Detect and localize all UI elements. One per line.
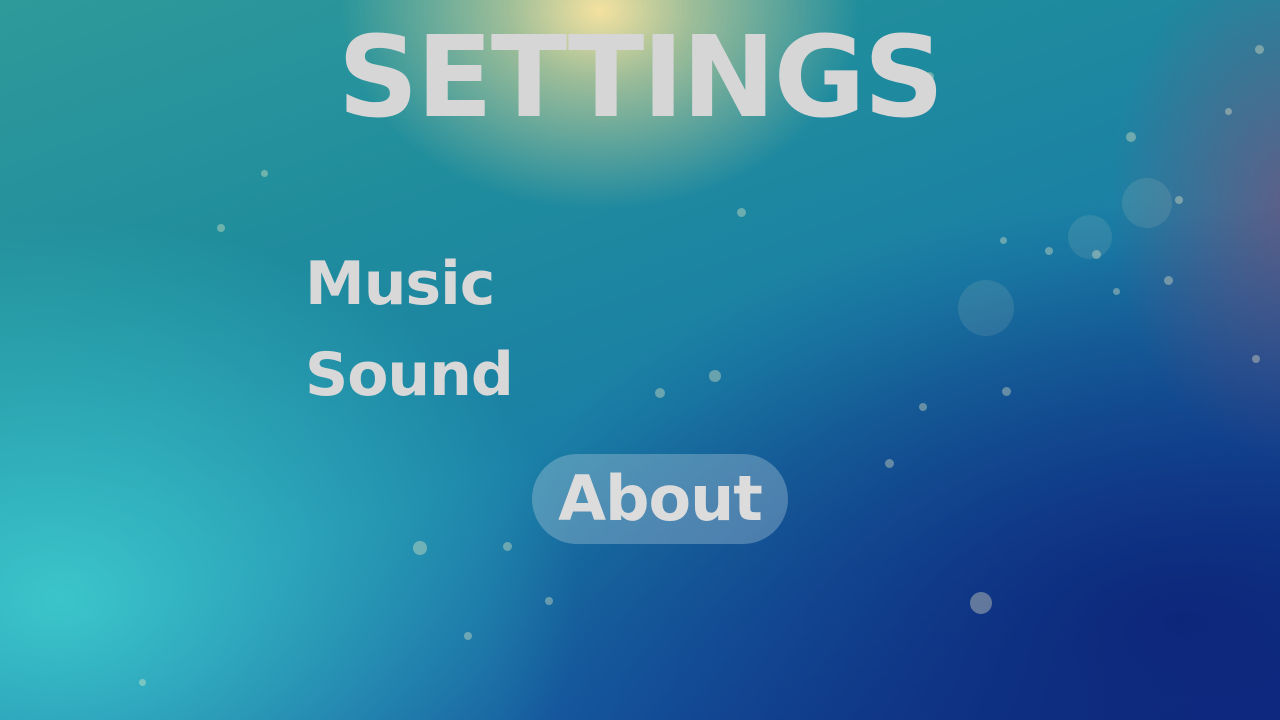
sound-toggle[interactable]: Sound — [305, 342, 514, 408]
bokeh-particle — [545, 597, 553, 605]
bokeh-glow — [1068, 215, 1112, 259]
bokeh-particle — [709, 370, 721, 382]
bokeh-particle — [1175, 196, 1183, 204]
bokeh-particle — [464, 632, 472, 640]
about-button-label: About — [558, 462, 763, 535]
bokeh-particle — [1252, 355, 1260, 363]
bokeh-particle — [261, 170, 268, 177]
about-button[interactable]: About — [532, 454, 788, 544]
bokeh-particle — [503, 542, 512, 551]
bokeh-particle — [1002, 387, 1011, 396]
bokeh-particle — [1045, 247, 1053, 255]
bokeh-particle — [737, 208, 746, 217]
bokeh-particle — [655, 388, 665, 398]
bokeh-particle — [885, 459, 894, 468]
bokeh-particle — [1164, 276, 1173, 285]
bokeh-particle — [919, 403, 927, 411]
bokeh-particle — [1000, 237, 1007, 244]
bokeh-glow — [1122, 178, 1172, 228]
bokeh-particle — [217, 224, 225, 232]
bokeh-particle — [970, 592, 992, 614]
bokeh-particle — [413, 541, 427, 555]
bokeh-particle — [1113, 288, 1120, 295]
music-toggle[interactable]: Music — [305, 251, 495, 317]
bokeh-particle — [139, 679, 146, 686]
bokeh-glow — [958, 280, 1014, 336]
page-title: SETTINGS — [337, 13, 945, 143]
